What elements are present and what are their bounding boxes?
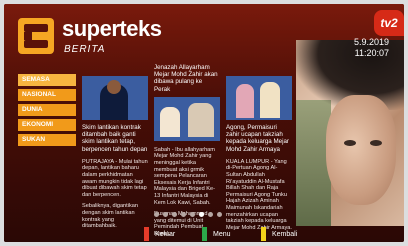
menu-item-semasa[interactable]: SEMASA [18, 74, 76, 86]
menu-item-sukan[interactable]: SUKAN [18, 134, 76, 146]
green-key-icon [202, 227, 207, 241]
article-headline: Jenazah Allayarham Mejar Mohd Zahir akan… [154, 64, 218, 93]
menu-item-ekonomi[interactable]: EKONOMI [18, 119, 76, 131]
exit-label: Keluar [155, 230, 176, 238]
section-title: BERITA [64, 44, 106, 55]
date-display: 5.9.2019 [353, 37, 389, 47]
article-headline: Agong, Permaisuri zahir ucapan takziah k… [226, 124, 289, 153]
menu-key[interactable]: Menu [202, 226, 231, 242]
back-key[interactable]: Kembali [261, 226, 297, 242]
superteks-logo [18, 18, 54, 54]
article-card[interactable]: Skim lantikan kontrak ditambah baik gant… [82, 76, 148, 230]
red-key-icon [144, 227, 149, 241]
page-dot [172, 212, 177, 217]
back-label: Kembali [272, 230, 298, 238]
article-headline: Skim lantikan kontrak ditambah baik gant… [82, 124, 148, 153]
article-body: KUALA LUMPUR - Yang di-Pertuan Agong Al-… [226, 158, 292, 231]
tv-frame: superteks BERITA 5.9.2019 11:20:07 tv2 S… [0, 0, 408, 246]
brand-title: superteks [62, 16, 162, 41]
category-menu: SEMASA NASIONAL DUNIA EKONOMI SUKAN [18, 74, 76, 149]
page-dot [154, 212, 159, 217]
page-dot [217, 212, 222, 217]
yellow-key-icon [261, 227, 266, 241]
article-body: PUTRAJAYA - Mulai tahun depan, lantikan … [82, 158, 148, 198]
article-image [82, 76, 148, 120]
page-indicator [154, 212, 222, 217]
page-dot [190, 212, 195, 217]
channel-badge: tv2 [374, 10, 404, 36]
page-dot [199, 212, 204, 217]
article-body-continued: Sebaliknya, digantikan dengan skim lanti… [82, 203, 138, 230]
article-image [154, 96, 220, 141]
article-card[interactable]: Agong, Permaisuri zahir ucapan takziah k… [226, 76, 292, 231]
time-display: 11:20:07 [354, 48, 389, 58]
article-body: Sabah - Ibu allahyarham Mejar Mohd Zahir… [154, 146, 215, 206]
article-image [226, 76, 292, 120]
page-dot [163, 212, 168, 217]
menu-label: Menu [213, 230, 231, 238]
page-dot [208, 212, 213, 217]
presenter-photo [296, 40, 404, 226]
exit-key[interactable]: Keluar [144, 226, 175, 242]
teletext-screen: superteks BERITA 5.9.2019 11:20:07 tv2 S… [4, 4, 404, 242]
page-dot [181, 212, 186, 217]
menu-item-nasional[interactable]: NASIONAL [18, 89, 76, 101]
menu-item-dunia[interactable]: DUNIA [18, 104, 76, 116]
